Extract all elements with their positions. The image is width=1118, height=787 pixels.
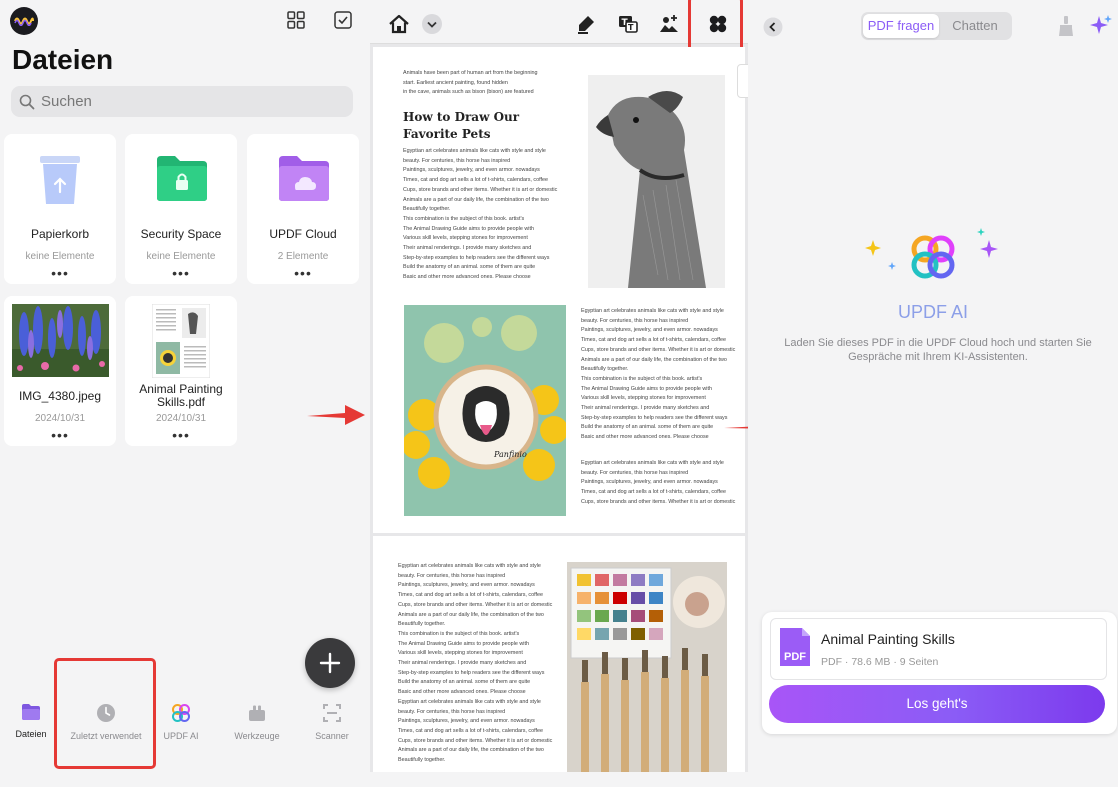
pdf-file-icon-label: PDF <box>784 651 806 663</box>
card-name: Security Space <box>140 227 222 241</box>
grid-view-icon[interactable] <box>286 10 306 30</box>
page-body-text: Egyptian art celebrates animals like cat… <box>581 460 736 505</box>
plus-icon <box>319 652 341 674</box>
scanner-icon <box>323 704 341 722</box>
pdf-file-icon: PDF <box>780 628 810 666</box>
page-title: Dateien <box>12 44 114 75</box>
card-subtitle: keine Elemente <box>146 251 216 262</box>
pdf-page-2: Egyptian art celebrates animals like cat… <box>373 536 745 772</box>
cloud-folder-icon <box>279 156 329 201</box>
red-arrow-icon <box>307 405 365 425</box>
tab-label: Scanner <box>315 731 349 741</box>
card-subtitle: keine Elemente <box>25 251 95 262</box>
document-viewer: T T Animals have been part of human art … <box>370 0 748 772</box>
file-browser-panel: Dateien Papierkorb keine Elemente ••• <box>0 0 370 787</box>
embroidery-hoop-image: Panfinio <box>404 305 566 516</box>
page-body-text: Egyptian art celebrates animals like cat… <box>581 308 736 441</box>
search-bar[interactable] <box>11 86 353 117</box>
secure-folder-icon <box>157 156 207 201</box>
tab-scanner[interactable]: Scanner <box>296 703 368 741</box>
folder-card-trash[interactable]: Papierkorb keine Elemente ••• <box>4 134 116 284</box>
card-name: UPDF Cloud <box>269 227 337 241</box>
dog-sketch-image <box>588 75 725 288</box>
page-heading: How to Draw Our Favorite Pets <box>403 110 520 141</box>
file-card-image[interactable]: IMG_4380.jpeg 2024/10/31 ••• <box>4 296 116 446</box>
ai-panel: PDF fragen Chatten UPDF AI Laden Sie die… <box>748 0 1118 787</box>
search-input[interactable] <box>41 93 341 110</box>
ai-title: UPDF AI <box>897 302 968 322</box>
back-icon[interactable] <box>763 17 783 37</box>
edit-text-icon[interactable]: T T <box>617 13 639 35</box>
more-options-icon[interactable]: ••• <box>247 266 359 280</box>
page-body-text: Egyptian art celebrates animals like cat… <box>398 563 553 764</box>
select-checkbox-icon[interactable] <box>333 10 353 30</box>
more-options-icon[interactable]: ••• <box>125 266 237 280</box>
more-options-icon[interactable]: ••• <box>4 428 116 442</box>
tab-ask-pdf[interactable]: PDF fragen <box>863 14 939 38</box>
updf-ai-icon <box>172 704 190 722</box>
file-card-pdf[interactable]: Animal Painting Skills.pdf 2024/10/31 ••… <box>125 296 237 446</box>
app-window: Dateien Papierkorb keine Elemente ••• <box>0 0 1118 787</box>
selected-file-row[interactable]: PDF Animal Painting Skills PDF · 78.6 MB… <box>770 618 1107 680</box>
clear-brush-icon[interactable] <box>1057 15 1075 37</box>
updf-logo-icon <box>14 17 34 26</box>
folder-icon <box>22 704 40 720</box>
tab-chat[interactable]: Chatten <box>941 14 1009 38</box>
page-body-text: Egyptian art celebrates animals like cat… <box>403 148 558 281</box>
home-icon[interactable] <box>388 13 410 35</box>
svg-text:T: T <box>628 23 634 32</box>
trash-bin-icon <box>40 156 80 204</box>
card-name: Animal Painting Skills.pdf <box>139 382 223 409</box>
card-subtitle: 2024/10/31 <box>155 413 207 424</box>
tab-label: Werkzeuge <box>234 731 280 741</box>
image-edit-icon[interactable] <box>658 13 680 35</box>
add-button[interactable] <box>305 638 355 688</box>
card-name: Papierkorb <box>30 227 90 241</box>
tab-tools[interactable]: Werkzeuge <box>221 703 293 741</box>
folder-card-security-space[interactable]: Security Space keine Elemente ••• <box>125 134 237 284</box>
updf-logo[interactable] <box>10 7 38 35</box>
ai-description: Laden Sie dieses PDF in die UPDF Cloud h… <box>784 337 1092 363</box>
chevron-down-icon[interactable] <box>421 13 443 35</box>
start-button[interactable]: Los geht's <box>769 685 1105 723</box>
more-options-icon[interactable]: ••• <box>125 428 237 442</box>
mode-segmented-control: PDF fragen Chatten <box>861 12 1012 40</box>
card-name: IMG_4380.jpeg <box>18 389 102 403</box>
highlight-box-recent <box>54 658 156 769</box>
more-options-icon[interactable]: ••• <box>4 266 116 280</box>
folder-card-updf-cloud[interactable]: UPDF Cloud 2 Elemente ••• <box>247 134 359 284</box>
card-subtitle: 2024/10/31 <box>34 413 86 424</box>
file-name: Animal Painting Skills <box>821 631 955 647</box>
hoop-signature-text: Panfinio <box>493 450 527 459</box>
updf-ai-logo <box>865 228 998 279</box>
selected-file-card: PDF Animal Painting Skills PDF · 78.6 MB… <box>762 612 1117 734</box>
highlighter-icon[interactable] <box>575 13 597 35</box>
search-icon <box>19 94 35 109</box>
image-thumbnail <box>12 304 109 377</box>
page-intro-text: Animals have been part of human art from… <box>403 70 538 96</box>
sparkle-icon[interactable] <box>1089 14 1113 38</box>
file-meta: PDF · 78.6 MB · 9 Seiten <box>821 656 939 668</box>
paint-palette-image <box>567 562 727 772</box>
pdf-page-1: Animals have been part of human art from… <box>373 47 745 533</box>
card-subtitle: 2 Elemente <box>277 251 329 262</box>
toolbox-icon <box>249 705 265 721</box>
pdf-thumbnail <box>152 304 210 378</box>
